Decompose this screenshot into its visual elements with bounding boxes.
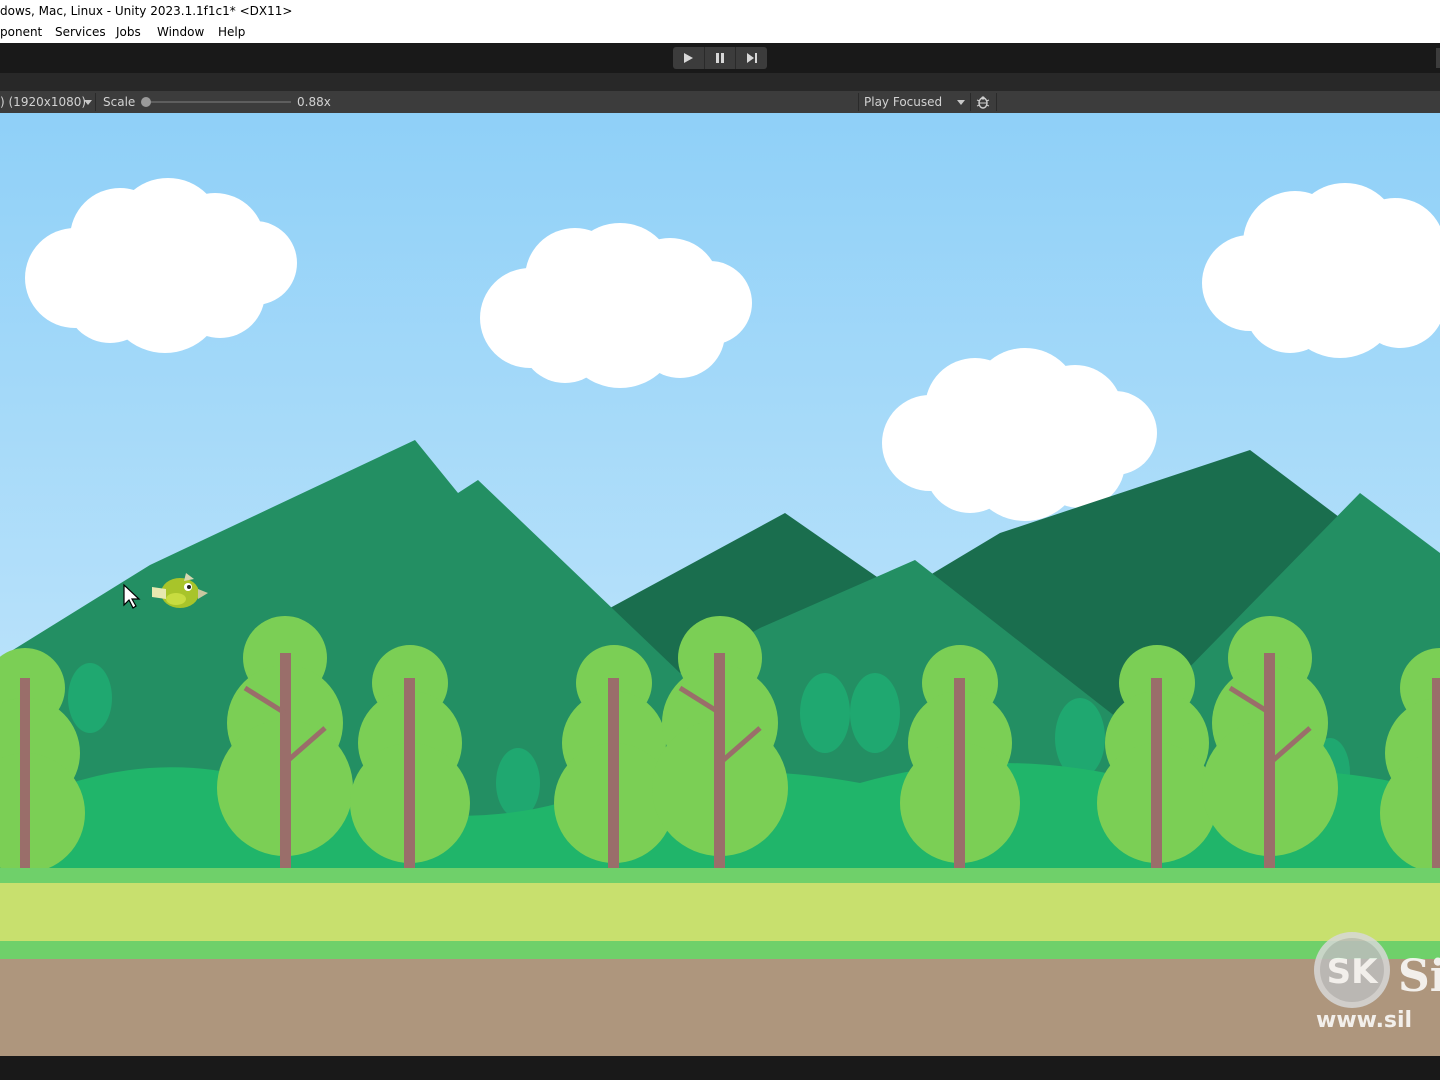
window-titlebar: dows, Mac, Linux - Unity 2023.1.1f1c1* <… bbox=[0, 0, 1440, 22]
game-scene: SK Si www.sil bbox=[0, 113, 1440, 1056]
scale-label: Scale bbox=[103, 95, 136, 109]
watermark-url: www.sil bbox=[1316, 1008, 1412, 1033]
play-mode-dropdown[interactable]: Play Focused bbox=[864, 91, 942, 113]
dirt-ground bbox=[0, 959, 1440, 1056]
game-viewport[interactable]: SK Si www.sil bbox=[0, 113, 1440, 1056]
window-title: dows, Mac, Linux - Unity 2023.1.1f1c1* <… bbox=[0, 4, 293, 18]
grass-band bbox=[0, 941, 1440, 961]
pause-button[interactable] bbox=[705, 47, 737, 69]
divider bbox=[95, 93, 96, 111]
menu-bar: ponent Services Jobs Window Help bbox=[0, 22, 1440, 44]
scale-slider-handle[interactable] bbox=[141, 97, 151, 107]
menu-item-services[interactable]: Services bbox=[55, 22, 106, 43]
scale-slider-track[interactable] bbox=[146, 101, 291, 103]
chevron-down-icon bbox=[957, 100, 965, 105]
status-bar bbox=[0, 1056, 1440, 1080]
resolution-dropdown[interactable]: ) (1920x1080) bbox=[0, 91, 86, 113]
scale-value: 0.88x bbox=[297, 95, 331, 109]
chevron-down-icon bbox=[84, 100, 92, 105]
bug-icon[interactable] bbox=[976, 95, 990, 109]
play-controls bbox=[673, 47, 767, 69]
game-view-toolbar: ) (1920x1080) Scale 0.88x Play Focused bbox=[0, 91, 1440, 114]
menu-item-jobs[interactable]: Jobs bbox=[116, 22, 141, 43]
divider bbox=[858, 93, 859, 111]
divider bbox=[996, 93, 997, 111]
watermark-suffix: Si bbox=[1398, 951, 1440, 1002]
step-button[interactable] bbox=[736, 47, 767, 69]
step-icon bbox=[746, 53, 757, 63]
menu-item-help[interactable]: Help bbox=[218, 22, 245, 43]
grass-strip bbox=[0, 883, 1440, 943]
game-tab-strip bbox=[0, 73, 1440, 91]
menu-item-component[interactable]: ponent bbox=[0, 22, 42, 43]
play-button[interactable] bbox=[673, 47, 705, 69]
divider bbox=[970, 93, 971, 111]
menu-item-window[interactable]: Window bbox=[157, 22, 204, 43]
toolbar-edge-button[interactable] bbox=[1436, 48, 1440, 68]
play-icon bbox=[684, 53, 694, 63]
pause-icon bbox=[716, 53, 724, 63]
watermark-badge: SK bbox=[1327, 952, 1379, 992]
